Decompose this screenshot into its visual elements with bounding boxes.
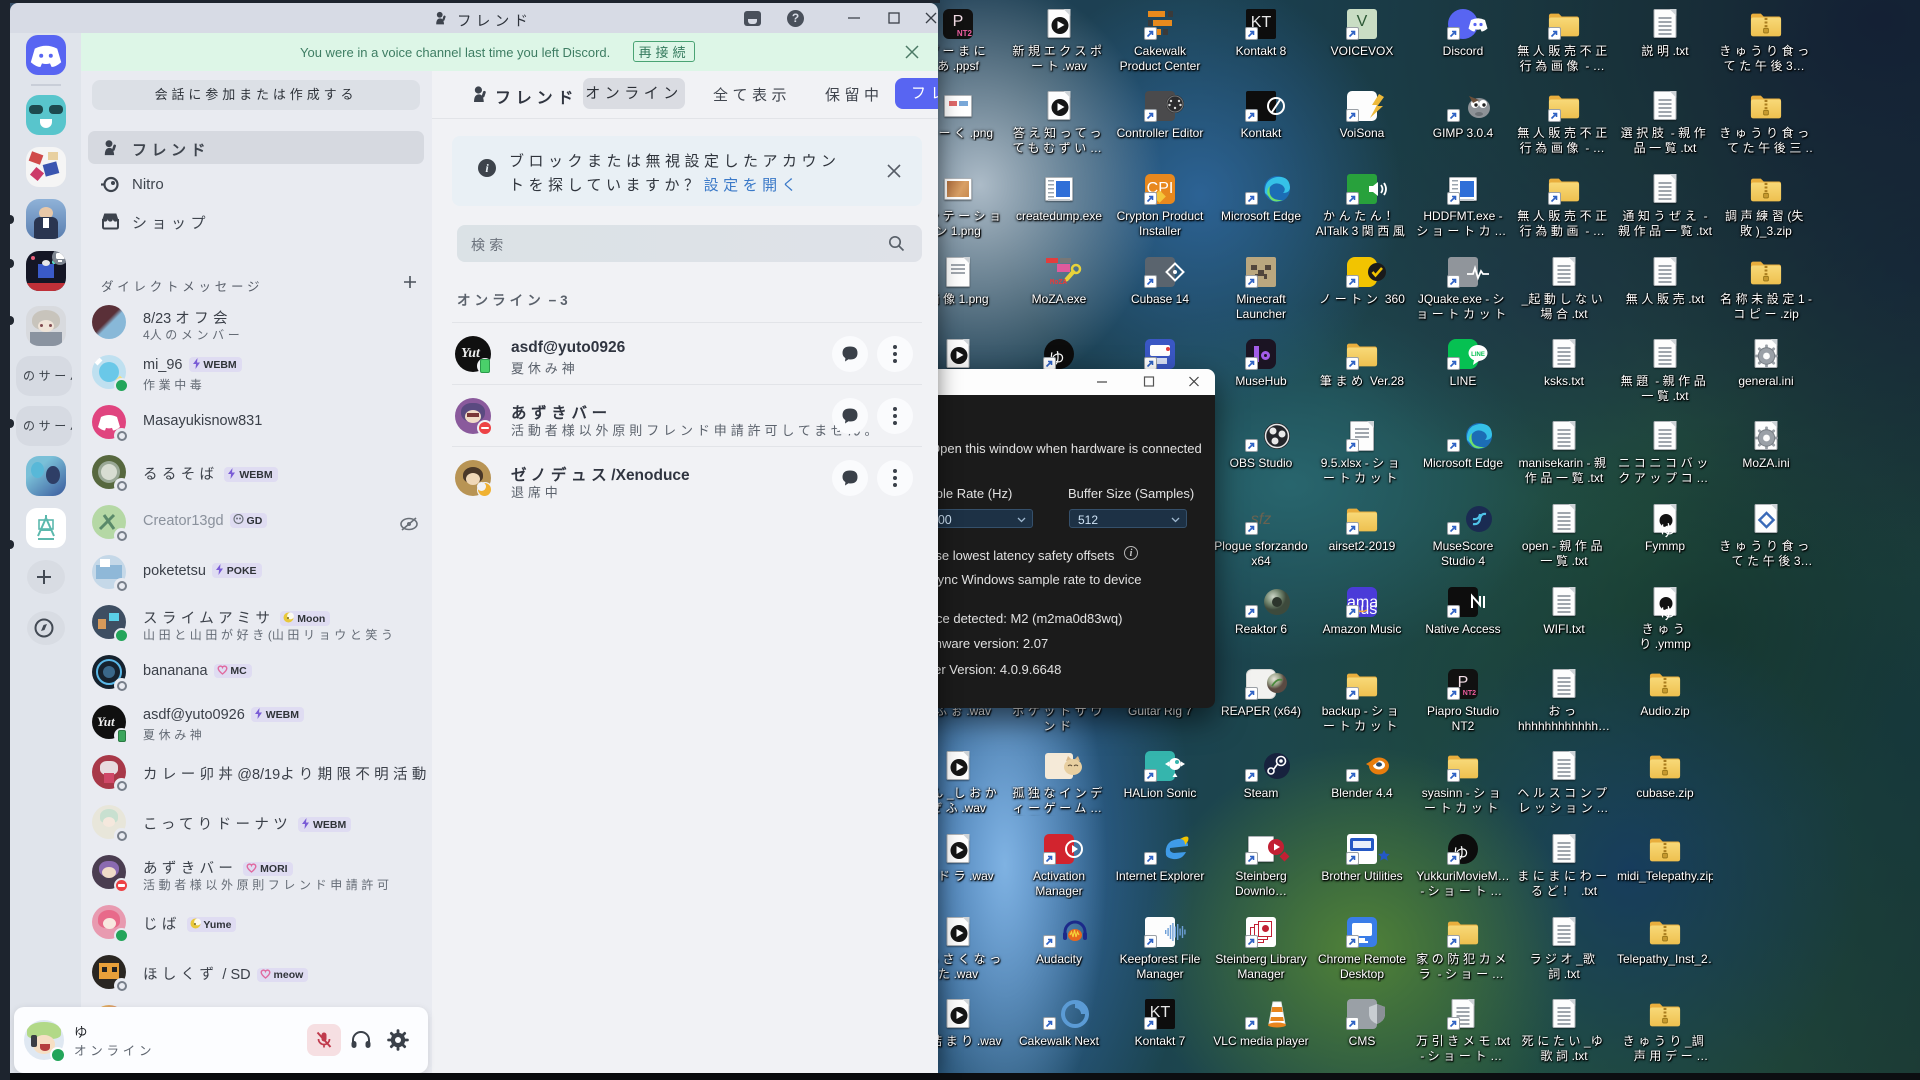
svg-text:LINE: LINE [1471,352,1485,358]
